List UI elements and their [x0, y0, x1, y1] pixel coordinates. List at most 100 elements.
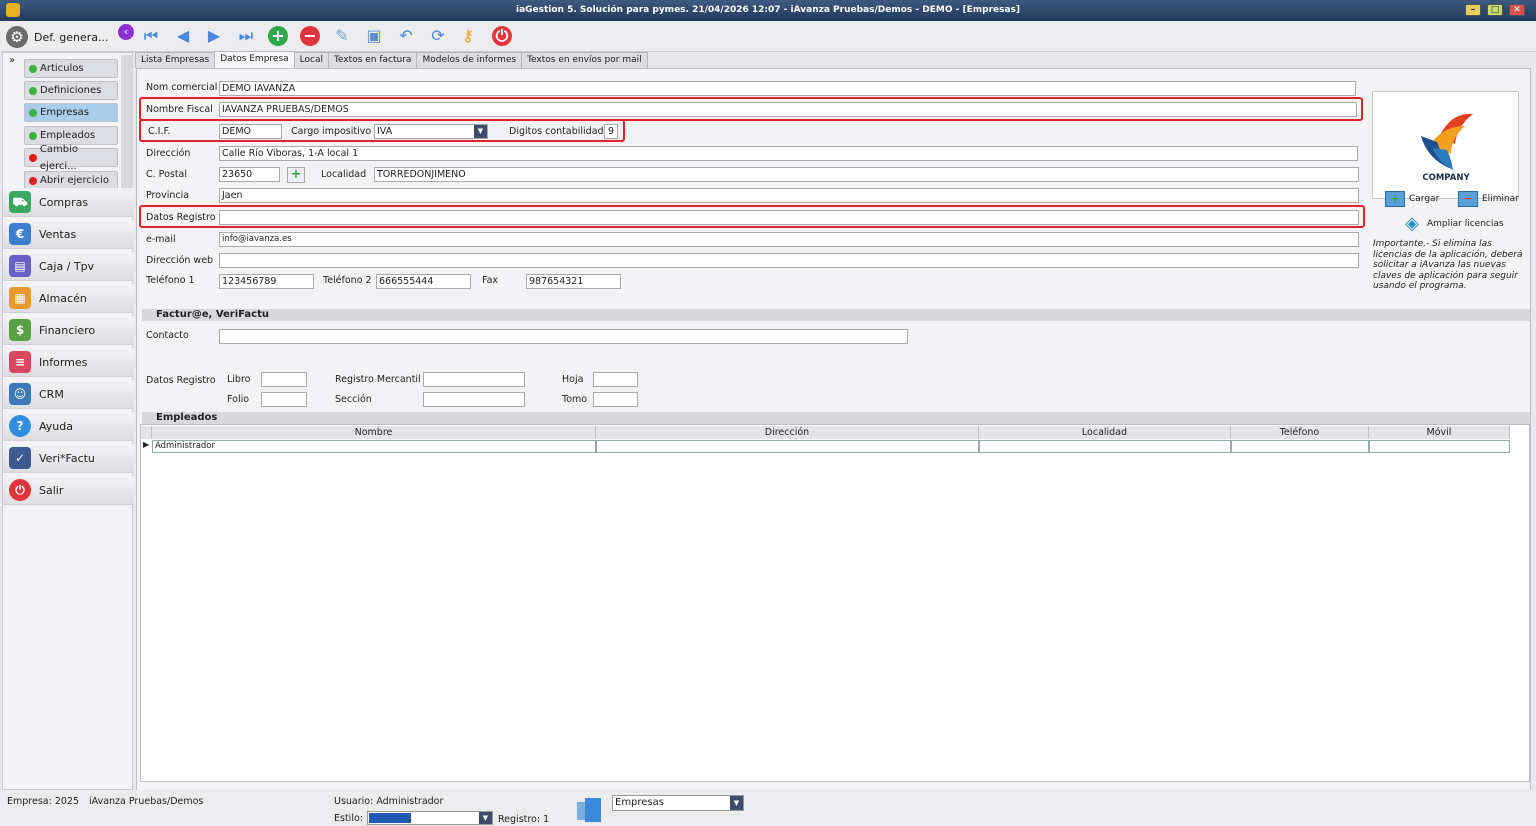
table-cell[interactable]: Administrador: [152, 440, 596, 453]
previous-record-icon[interactable]: ◀: [172, 25, 194, 47]
reports-icon: ≡: [9, 351, 31, 373]
sidebar-item-caja[interactable]: ▤ Caja / Tpv: [3, 252, 134, 281]
folio-field[interactable]: [261, 392, 307, 407]
save-icon[interactable]: ▣: [363, 25, 385, 47]
add-record-icon[interactable]: +: [268, 26, 288, 46]
status-dot-icon: [29, 108, 37, 117]
tab-local[interactable]: Local: [293, 52, 329, 68]
tab-lista-empresas[interactable]: Lista Empresas: [135, 52, 216, 68]
next-record-icon[interactable]: ▶: [203, 25, 225, 47]
table-cell[interactable]: [1231, 440, 1369, 453]
registro-mercantil-field[interactable]: [423, 372, 525, 387]
libro-field[interactable]: [261, 372, 307, 387]
provincia-field[interactable]: Jaen: [219, 188, 1359, 203]
sidebar-item-financiero[interactable]: $ Financiero: [3, 316, 134, 345]
minimize-button[interactable]: –: [1465, 4, 1481, 16]
fax-field[interactable]: 987654321: [526, 274, 621, 289]
seccion-field[interactable]: [423, 392, 525, 407]
column-header-direccion[interactable]: Dirección: [596, 426, 979, 439]
table-cell[interactable]: [1369, 440, 1510, 453]
tab-textos-factura[interactable]: Textos en factura: [328, 52, 418, 68]
chevron-down-icon[interactable]: »: [9, 55, 15, 66]
tab-datos-empresa[interactable]: Datos Empresa: [214, 51, 295, 68]
column-header-nombre[interactable]: Nombre: [152, 426, 596, 439]
nom-comercial-field[interactable]: DEMO IAVANZA: [219, 81, 1356, 96]
collapse-menu-icon[interactable]: ‹: [118, 24, 134, 40]
key-icon[interactable]: ⚷: [457, 25, 479, 47]
sidebar-item-informes[interactable]: ≡ Informes: [3, 348, 134, 377]
tomo-field[interactable]: [593, 392, 638, 407]
telefono1-field[interactable]: 123456789: [219, 274, 314, 289]
maximize-button[interactable]: □: [1487, 4, 1503, 16]
status-registro: Registro: 1: [498, 814, 550, 825]
first-record-icon[interactable]: ⏮: [140, 25, 162, 47]
web-field[interactable]: [219, 253, 1359, 268]
load-image-icon: +: [1385, 191, 1405, 207]
register-icon: ▤: [9, 255, 31, 277]
ampliar-licencias-button[interactable]: ◈ Ampliar licencias: [1400, 214, 1504, 234]
last-record-icon[interactable]: ⏭: [235, 25, 257, 47]
close-button[interactable]: ✕: [1509, 4, 1525, 16]
row-selector-header: [141, 426, 152, 439]
sidebar-item-empresas[interactable]: Empresas: [24, 103, 118, 122]
estilo-select[interactable]: ▼: [367, 811, 493, 825]
tab-textos-mail[interactable]: Textos en envíos por mail: [521, 52, 648, 68]
submenu-scrollbar[interactable]: [121, 55, 133, 189]
user-icon: ☺: [9, 383, 31, 405]
cpostal-field[interactable]: 23650: [219, 167, 280, 182]
localidad-field[interactable]: TORREDONJIMENO: [374, 167, 1359, 182]
tab-modelos-informes[interactable]: Modelos de informes: [416, 52, 523, 68]
email-field[interactable]: info@iavanza.es: [219, 232, 1359, 247]
edit-icon[interactable]: ✎: [331, 25, 353, 47]
sidebar-item-articulos[interactable]: Articulos: [24, 59, 118, 78]
nom-comercial-label: Nom comercial: [146, 82, 218, 93]
sidebar-item-label: Informes: [39, 355, 88, 369]
highlight-box: [139, 205, 1365, 228]
column-header-localidad[interactable]: Localidad: [979, 426, 1231, 439]
gear-icon: ⚙: [6, 26, 28, 48]
sidebar-item-cambio-ejercicio[interactable]: Cambio ejerci...: [24, 144, 118, 172]
cargar-button[interactable]: + Cargar: [1385, 191, 1439, 207]
eliminar-button[interactable]: − Eliminar: [1458, 191, 1519, 207]
undo-icon[interactable]: ↶: [395, 25, 417, 47]
sidebar-item-salir[interactable]: ⏻ Salir: [3, 476, 134, 505]
cart-icon: ⛟: [9, 191, 31, 213]
empleados-table: Nombre Dirección Localidad Teléfono Móvi…: [140, 424, 1530, 782]
sales-icon: €: [9, 223, 31, 245]
row-pointer-icon: ▶: [143, 440, 150, 449]
refresh-icon[interactable]: ⟳: [427, 25, 449, 47]
table-cell[interactable]: [596, 440, 979, 453]
sidebar-item-label: Articulos: [40, 63, 84, 74]
column-header-telefono[interactable]: Teléfono: [1231, 426, 1369, 439]
ampliar-licencias-label: Ampliar licencias: [1427, 219, 1504, 229]
status-usuario: Usuario: Administrador: [334, 796, 444, 807]
app-icon: [6, 3, 20, 17]
sidebar-item-crm[interactable]: ☺ CRM: [3, 380, 134, 409]
localidad-label: Localidad: [321, 169, 367, 180]
window-title: iaGestion 5. Solución para pymes. 21/04/…: [515, 5, 1021, 15]
chevron-down-icon[interactable]: ▼: [730, 796, 743, 810]
add-postal-code-icon[interactable]: +: [287, 167, 305, 183]
sidebar-item-compras[interactable]: ⛟ Compras: [3, 188, 134, 217]
power-icon[interactable]: ⏻: [492, 26, 512, 46]
sidebar-item-label: Almacén: [39, 291, 87, 305]
sidebar-item-almacen[interactable]: ▦ Almacén: [3, 284, 134, 313]
table-cell[interactable]: [979, 440, 1231, 453]
telefono2-field[interactable]: 666555444: [376, 274, 471, 289]
sidebar-item-verifactu[interactable]: ✓ Veri*Factu: [3, 444, 134, 473]
sidebar-item-definiciones[interactable]: Definiciones: [24, 81, 118, 100]
module-select[interactable]: Empresas ▼: [612, 795, 744, 811]
status-empresa: Empresa: 2025: [7, 796, 79, 807]
direccion-field[interactable]: Calle Río Viboras, 1-A local 1: [219, 146, 1358, 161]
def-general-button[interactable]: ⚙ Def. genera...: [6, 25, 116, 49]
chevron-down-icon[interactable]: ▼: [479, 812, 492, 824]
column-header-movil[interactable]: Móvil: [1369, 426, 1510, 439]
fax-label: Fax: [482, 275, 499, 286]
provincia-label: Provincia: [146, 190, 190, 201]
contacto-field[interactable]: [219, 329, 908, 344]
sidebar-item-ventas[interactable]: € Ventas: [3, 220, 134, 249]
delete-record-icon[interactable]: −: [300, 26, 320, 46]
hoja-field[interactable]: [593, 372, 638, 387]
sidebar-item-ayuda[interactable]: ? Ayuda: [3, 412, 134, 441]
sidebar-item-label: Empresas: [40, 107, 89, 118]
